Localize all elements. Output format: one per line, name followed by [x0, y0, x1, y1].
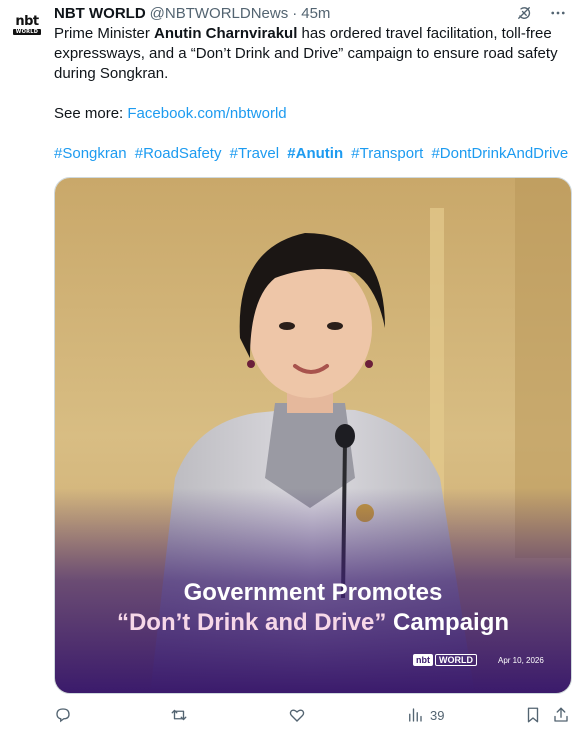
post-image[interactable]: Government Promotes “Don’t Drink and Dri…	[54, 177, 572, 694]
hashtag[interactable]: #Anutin	[287, 145, 343, 162]
views-count: 39	[430, 707, 445, 723]
earring	[365, 360, 373, 368]
reply-button[interactable]	[54, 706, 72, 724]
person-eye	[327, 322, 343, 330]
avatar-logo-sub: WORLD	[12, 28, 42, 35]
brand-world: WORLD	[435, 654, 477, 666]
caption-quote: “Don’t Drink and Drive”	[116, 609, 387, 636]
repost-icon	[171, 709, 187, 721]
mention-name: Anutin Charnvirakul	[154, 25, 298, 42]
microphone-head	[335, 424, 355, 448]
image-caption: Government Promotes “Don’t Drink and Dri…	[55, 578, 571, 638]
more-icon[interactable]	[549, 4, 567, 22]
person-eye	[279, 322, 295, 330]
caption-line-2: “Don’t Drink and Drive” Campaign	[55, 608, 571, 638]
header-icons	[515, 4, 567, 22]
repost-button[interactable]	[170, 706, 188, 724]
hashtag[interactable]: #DontDrinkAndDrive	[431, 145, 568, 162]
hashtag-list: #Songkran #RoadSafety #Travel #Anutin #T…	[54, 144, 572, 164]
earring	[247, 360, 255, 368]
bookmark-icon	[527, 707, 539, 723]
reply-icon	[56, 708, 70, 723]
hashtag[interactable]: #Transport	[351, 145, 423, 162]
post-text: Prime Minister Anutin Charnvirakul has o…	[54, 24, 574, 84]
image-date: Apr 10, 2026	[498, 656, 544, 665]
see-more-link[interactable]: Facebook.com/nbtworld	[127, 105, 286, 122]
author-handle[interactable]: @NBTWORLDNews	[150, 5, 289, 22]
like-icon	[289, 709, 305, 722]
post-text-start: Prime Minister	[54, 25, 155, 42]
see-more-line: See more: Facebook.com/nbtworld	[54, 104, 287, 124]
post-header: NBT WORLD @NBTWORLDNews · 45m	[54, 3, 567, 23]
see-more-label: See more:	[54, 105, 128, 122]
views-button[interactable]: 39	[406, 706, 444, 724]
action-bar: 39	[54, 706, 572, 728]
hashtag[interactable]: #Songkran	[54, 145, 127, 162]
image-brand-logo: nbt WORLD	[413, 654, 477, 666]
avatar[interactable]: nbt WORLD	[10, 8, 44, 42]
hashtag[interactable]: #Travel	[230, 145, 279, 162]
brand-nbt: nbt	[413, 654, 433, 666]
caption-word: Campaign	[386, 609, 510, 636]
like-button[interactable]	[288, 706, 306, 724]
avatar-logo-text: nbt	[15, 13, 39, 29]
hashtag[interactable]: #RoadSafety	[135, 145, 222, 162]
share-icon	[554, 707, 568, 722]
separator-dot: ·	[292, 4, 298, 22]
bookmark-button[interactable]	[524, 706, 542, 724]
caption-line-1: Government Promotes	[183, 579, 443, 606]
share-button[interactable]	[552, 706, 570, 724]
grok-icon[interactable]	[515, 4, 533, 22]
views-icon	[409, 708, 422, 722]
post-time[interactable]: 45m	[301, 5, 330, 22]
author-name[interactable]: NBT WORLD	[54, 5, 146, 22]
